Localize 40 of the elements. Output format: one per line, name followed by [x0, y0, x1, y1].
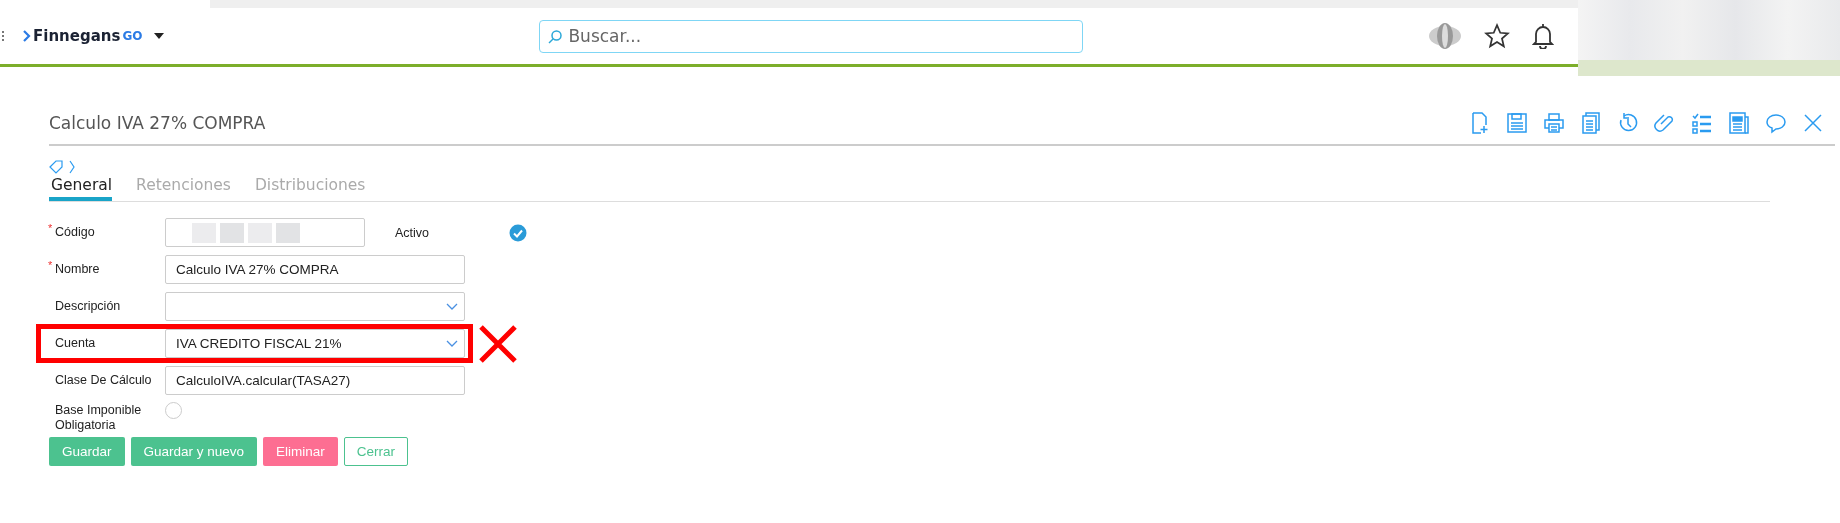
text-field[interactable]: Calculo IVA 27% COMPRA — [165, 255, 465, 284]
document-icon[interactable] — [1727, 111, 1751, 135]
field-label: Descripción — [55, 299, 121, 313]
field-label: Activo — [395, 225, 430, 240]
search-field[interactable]: Buscar... — [539, 19, 1084, 53]
dropdown-field[interactable] — [165, 292, 465, 321]
comment-icon[interactable] — [1764, 111, 1788, 135]
cross-mark — [478, 324, 518, 364]
tab[interactable]: Distribuciones — [252, 176, 366, 201]
save-icon[interactable] — [1505, 111, 1529, 135]
save-button[interactable]: Guardar — [49, 437, 125, 466]
caret-icon[interactable] — [154, 33, 165, 39]
form-title: Calculo IVA 27% COMPRA — [49, 113, 266, 133]
checkbox[interactable] — [509, 223, 528, 242]
delete-button[interactable]: Eliminar — [263, 437, 338, 466]
save-button[interactable]: Guardar y nuevo — [130, 437, 258, 466]
chevron-down-icon[interactable] — [446, 339, 458, 348]
code-field[interactable] — [165, 218, 365, 247]
chevron-icon — [69, 160, 75, 174]
logo[interactable]: Finnegans GO — [23, 27, 143, 45]
chevron-down-icon[interactable] — [446, 302, 458, 311]
print-icon[interactable] — [1542, 111, 1566, 135]
tab[interactable]: Retenciones — [134, 176, 231, 201]
required-mark: * — [48, 222, 53, 236]
field-label: Código — [55, 225, 95, 239]
checklist-icon[interactable] — [1690, 111, 1714, 135]
copy-icon[interactable] — [1579, 111, 1603, 135]
field-label: Cuenta — [55, 336, 96, 350]
tab[interactable]: General — [49, 176, 113, 201]
tag-icon[interactable] — [49, 160, 63, 174]
required-mark: * — [48, 259, 53, 273]
close-button[interactable]: Cerrar — [343, 437, 409, 466]
field-label: Base Imponible Obligatoria — [55, 402, 142, 432]
text-field[interactable]: CalculoIVA.calcular(TASA27) — [165, 366, 465, 395]
bell-icon[interactable] — [1532, 23, 1555, 49]
dropdown-field[interactable]: IVA CREDITO FISCAL 21% — [165, 329, 465, 358]
field-label: Clase De Cálculo — [55, 373, 152, 387]
field-label: Nombre — [55, 262, 100, 276]
star-icon[interactable] — [1484, 23, 1511, 49]
app-logo-icon[interactable] — [1428, 22, 1463, 50]
